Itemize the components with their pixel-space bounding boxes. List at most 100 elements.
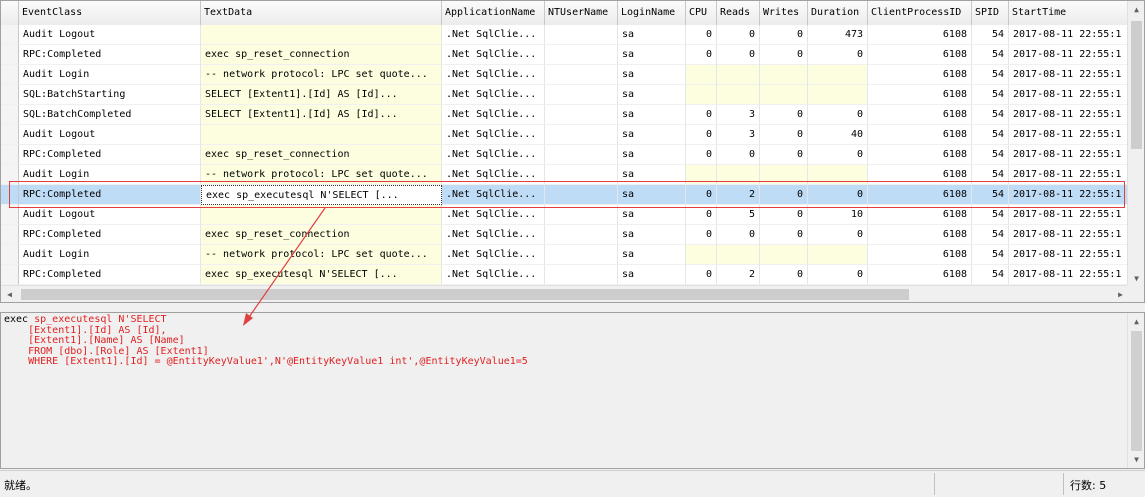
row-selector[interactable] <box>1 85 19 105</box>
column-header-start-time[interactable]: StartTime <box>1009 1 1129 25</box>
row-selector[interactable] <box>1 265 19 285</box>
cell-start-time: 2017-08-11 22:55:1 <box>1009 185 1129 205</box>
column-header-cpu[interactable]: CPU <box>686 1 717 25</box>
cell-nt-user-name <box>545 165 618 185</box>
cell-text-data: exec sp_executesql N'SELECT [... <box>201 185 442 205</box>
table-row[interactable]: RPC:Completed exec sp_executesql N'SELECT… <box>1 265 1129 285</box>
cell-nt-user-name <box>545 145 618 165</box>
grid-horizontal-scrollbar[interactable]: ◀ ▶ <box>1 285 1129 302</box>
cell-spid: 54 <box>972 85 1009 105</box>
cell-nt-user-name <box>545 185 618 205</box>
grid-vertical-scrollbar[interactable]: ▲ ▼ <box>1127 1 1144 287</box>
row-selector[interactable] <box>1 105 19 125</box>
grid-horizontal-scroll-thumb[interactable] <box>21 289 909 300</box>
column-header-writes[interactable]: Writes <box>760 1 808 25</box>
cell-login-name: sa <box>618 65 686 85</box>
cell-start-time: 2017-08-11 22:55:1 <box>1009 105 1129 125</box>
table-row[interactable]: Audit Logout .Net SqlClie... sa 0 5 0 10 6108 54… <box>1 205 1129 225</box>
cell-cpu: 0 <box>686 105 717 125</box>
text-pane-vertical-scrollbar[interactable]: ▲ ▼ <box>1127 313 1144 468</box>
cell-duration <box>808 65 868 85</box>
text-scroll-down-icon[interactable]: ▼ <box>1128 451 1144 468</box>
cell-application-name: .Net SqlClie... <box>442 265 545 285</box>
cell-duration <box>808 165 868 185</box>
cell-writes <box>760 165 808 185</box>
row-selector[interactable] <box>1 205 19 225</box>
row-selector[interactable] <box>1 125 19 145</box>
cell-login-name: sa <box>618 265 686 285</box>
table-row[interactable]: RPC:Completed exec sp_reset_connection .Ne… <box>1 225 1129 245</box>
cell-spid: 54 <box>972 105 1009 125</box>
cell-start-time: 2017-08-11 22:55:1 <box>1009 45 1129 65</box>
text-pane-scroll-thumb[interactable] <box>1131 331 1142 451</box>
table-row[interactable]: RPC:Completed exec sp_reset_connection .Ne… <box>1 145 1129 165</box>
cell-reads: 0 <box>717 45 760 65</box>
cell-duration: 10 <box>808 205 868 225</box>
sql-line-prefix: exec <box>4 314 35 325</box>
column-header-application-name[interactable]: ApplicationName <box>442 1 545 25</box>
table-row[interactable]: RPC:Completed exec sp_executesql N'SELECT… <box>1 185 1129 205</box>
cell-start-time: 2017-08-11 22:55:1 <box>1009 85 1129 105</box>
cell-spid: 54 <box>972 25 1009 45</box>
cell-client-process-id: 6108 <box>868 125 972 145</box>
cell-writes: 0 <box>760 265 808 285</box>
table-row[interactable]: SQL:BatchCompleted SELECT [Extent1].[Id] … <box>1 105 1129 125</box>
column-header-duration[interactable]: Duration <box>808 1 868 25</box>
cell-spid: 54 <box>972 165 1009 185</box>
trace-grid[interactable]: EventClass TextData ApplicationName NTUserN… <box>0 0 1145 303</box>
row-selector[interactable] <box>1 45 19 65</box>
table-row[interactable]: Audit Login -- network protocol: LPC set … <box>1 245 1129 265</box>
table-row[interactable]: Audit Login -- network protocol: LPC set … <box>1 165 1129 185</box>
column-header-text-data[interactable]: TextData <box>201 1 442 25</box>
scroll-left-icon[interactable]: ◀ <box>1 286 18 302</box>
cell-reads <box>717 85 760 105</box>
cell-cpu <box>686 85 717 105</box>
scroll-up-icon[interactable]: ▲ <box>1128 1 1144 18</box>
cell-reads: 0 <box>717 145 760 165</box>
table-row[interactable]: Audit Logout .Net SqlClie... sa 0 3 0 40 6108 54… <box>1 125 1129 145</box>
cell-text-data: -- network protocol: LPC set quote... <box>201 245 442 265</box>
cell-application-name: .Net SqlClie... <box>442 165 545 185</box>
column-header-reads[interactable]: Reads <box>717 1 760 25</box>
cell-text-data <box>201 25 442 45</box>
cell-application-name: .Net SqlClie... <box>442 205 545 225</box>
table-row[interactable]: SQL:BatchStarting SELECT [Extent1].[Id] A… <box>1 85 1129 105</box>
cell-login-name: sa <box>618 25 686 45</box>
table-row[interactable]: Audit Logout .Net SqlClie... sa 0 0 0 473 6108 5… <box>1 25 1129 45</box>
cell-cpu <box>686 65 717 85</box>
column-header-client-process-id[interactable]: ClientProcessID <box>868 1 972 25</box>
cell-cpu: 0 <box>686 45 717 65</box>
cell-application-name: .Net SqlClie... <box>442 85 545 105</box>
row-selector[interactable] <box>1 145 19 165</box>
cell-event-class: Audit Login <box>19 65 201 85</box>
sql-line-prefix <box>4 325 28 336</box>
row-selector[interactable] <box>1 245 19 265</box>
sql-line: WHERE [Extent1].[Id] = @EntityKeyValue1'… <box>4 356 528 368</box>
table-row[interactable]: Audit Login -- network protocol: LPC set … <box>1 65 1129 85</box>
column-header-event-class[interactable]: EventClass <box>19 1 201 25</box>
row-selector[interactable] <box>1 165 19 185</box>
sql-text[interactable]: exec sp_executesql N'SELECT [Extent1].[I… <box>4 314 528 368</box>
column-header-nt-user-name[interactable]: NTUserName <box>545 1 618 25</box>
row-selector[interactable] <box>1 225 19 245</box>
cell-login-name: sa <box>618 225 686 245</box>
table-row[interactable]: RPC:Completed exec sp_reset_connection .Ne… <box>1 45 1129 65</box>
cell-nt-user-name <box>545 245 618 265</box>
column-header-sel[interactable] <box>1 1 19 25</box>
text-data-pane[interactable]: exec sp_executesql N'SELECT [Extent1].[I… <box>0 312 1145 469</box>
cell-cpu <box>686 165 717 185</box>
cell-application-name: .Net SqlClie... <box>442 245 545 265</box>
column-header-login-name[interactable]: LoginName <box>618 1 686 25</box>
row-selector[interactable] <box>1 25 19 45</box>
cell-text-data <box>201 205 442 225</box>
row-selector[interactable] <box>1 185 19 205</box>
column-header-spid[interactable]: SPID <box>972 1 1009 25</box>
cell-client-process-id: 6108 <box>868 65 972 85</box>
cell-writes <box>760 245 808 265</box>
cell-nt-user-name <box>545 265 618 285</box>
cell-spid: 54 <box>972 245 1009 265</box>
cell-nt-user-name <box>545 45 618 65</box>
grid-vertical-scroll-thumb[interactable] <box>1131 21 1142 149</box>
row-selector[interactable] <box>1 65 19 85</box>
text-scroll-up-icon[interactable]: ▲ <box>1128 313 1144 330</box>
